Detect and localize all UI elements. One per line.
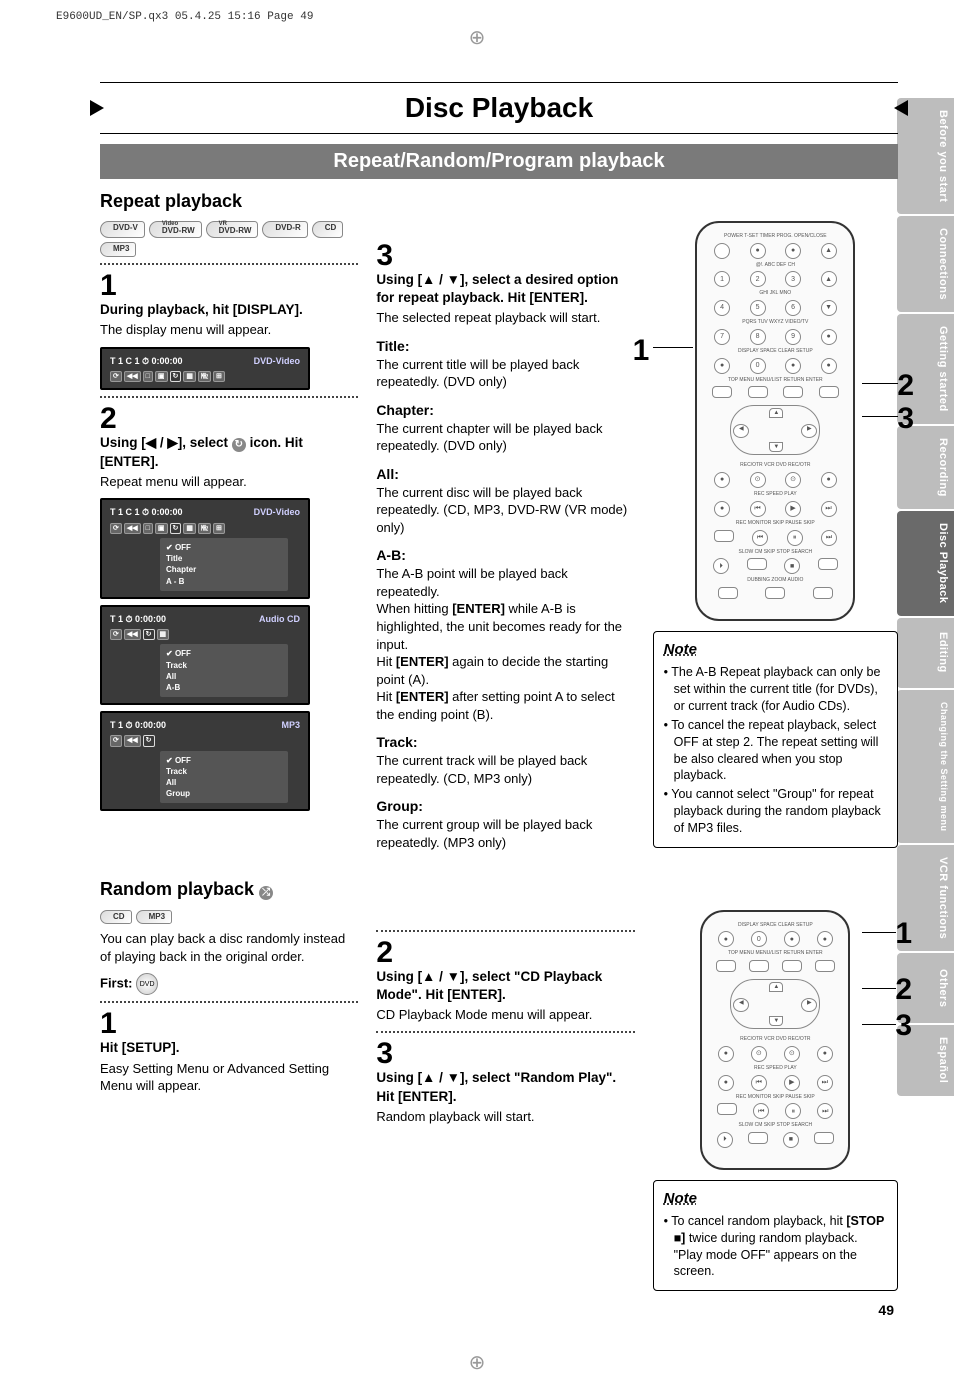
random-step-num-1: 1 — [100, 1009, 358, 1039]
option-body: The current disc will be played back rep… — [376, 484, 634, 537]
step-num-1: 1 — [100, 271, 358, 301]
random-col3: DISPLAY SPACE CLEAR SETUP ●0●● TOP MENU … — [653, 910, 898, 1292]
badge-cd-2: CD — [100, 910, 132, 925]
step-num-3: 3 — [376, 241, 634, 271]
disc-badges-repeat: DVD-V VideoDVD-RW VRDVD-RW DVD-R CD MP3 — [100, 221, 358, 257]
first-label: First: — [100, 976, 133, 991]
random-step-num-2: 2 — [376, 938, 634, 968]
page-title: Disc Playback — [100, 82, 898, 134]
osd-dvd-video: T 1 C 1 ⏱ 0:00:00DVD-Video ⟳◀◀□▣↻▦㎒⊞ OFF… — [100, 498, 310, 598]
crop-mark-bottom: ⊕ — [0, 1350, 954, 1377]
repeat-col3: POWER T-SET TIMER PROG. OPEN/CLOSE ●●▲ @… — [653, 221, 898, 859]
option-heading: A-B: — [376, 546, 634, 565]
rand-callout-1: 1 — [895, 914, 912, 955]
option-heading: All: — [376, 465, 634, 484]
stop-disc-icon: DVD — [136, 973, 158, 995]
random-step3-head: Using [▲ / ▼], select "Random Play". Hit… — [376, 1069, 634, 1105]
repeat-col1: DVD-V VideoDVD-RW VRDVD-RW DVD-R CD MP3 … — [100, 221, 358, 859]
badge-dvd-v: DVD-V — [100, 221, 145, 238]
option-heading: Chapter: — [376, 401, 634, 420]
badge-dvd-r: DVD-R — [262, 221, 307, 238]
option-heading: Track: — [376, 733, 634, 752]
badge-dvd-rw-video: VideoDVD-RW — [149, 221, 202, 238]
note-item: To cancel random playback, hit [STOP ■] … — [664, 1213, 887, 1281]
repeat-icon: ↻ — [232, 438, 246, 452]
osd-audio-cd: T 1 ⏱ 0:00:00Audio CD ⟳◀◀↻▦ OFFTrackAllA… — [100, 605, 310, 705]
option-body: The current group will be played back re… — [376, 816, 634, 851]
option-body: The current chapter will be played back … — [376, 420, 634, 455]
step2-head: Using [◀ / ▶], select ↻ icon. Hit [ENTER… — [100, 434, 358, 470]
note-random: Note To cancel random playback, hit [STO… — [653, 1180, 898, 1292]
option-body: The current title will be played back re… — [376, 356, 634, 391]
osd-step1: T 1 C 1 ⏱ 0:00:00DVD-Video ⟳◀◀□▣↻▦㎒⊞ — [100, 347, 310, 391]
option-heading: Title: — [376, 337, 634, 356]
step2-body: Repeat menu will appear. — [100, 473, 358, 491]
crop-mark-top: ⊕ — [0, 25, 954, 52]
repeat-col2: 3 Using [▲ / ▼], select a desired option… — [376, 221, 634, 859]
note-title: Note — [664, 640, 887, 660]
note-item: To cancel the repeat playback, select OF… — [664, 717, 887, 785]
rand-callout-2: 2 — [895, 970, 912, 1011]
repeat-heading: Repeat playback — [100, 189, 898, 213]
badge-mp3: MP3 — [100, 242, 136, 257]
step1-head: During playback, hit [DISPLAY]. — [100, 301, 358, 319]
random-step2-head: Using [▲ / ▼], select "CD Playback Mode"… — [376, 968, 634, 1004]
note-item: You cannot select "Group" for repeat pla… — [664, 786, 887, 837]
random-step2-body: CD Playback Mode menu will appear. — [376, 1006, 634, 1024]
step3-head: Using [▲ / ▼], select a desired option f… — [376, 271, 634, 307]
note-repeat: Note The A-B Repeat playback can only be… — [653, 631, 898, 848]
random-icon: ⤮ — [259, 886, 273, 900]
note-item: The A-B Repeat playback can only be set … — [664, 664, 887, 715]
badge-mp3-2: MP3 — [136, 910, 172, 925]
rand-callout-3: 3 — [895, 1006, 912, 1047]
random-step-num-3: 3 — [376, 1039, 634, 1069]
option-body: The current track will be played back re… — [376, 752, 634, 787]
random-col1: CD MP3 You can play back a disc randomly… — [100, 910, 358, 1292]
random-step1-head: Hit [SETUP]. — [100, 1039, 358, 1057]
remote-diagram-repeat: POWER T-SET TIMER PROG. OPEN/CLOSE ●●▲ @… — [653, 221, 898, 621]
badge-cd: CD — [312, 221, 344, 238]
badge-dvd-rw-vr: VRDVD-RW — [206, 221, 259, 238]
random-heading: Random playback ⤮ — [100, 877, 898, 901]
callout-3: 3 — [897, 399, 914, 440]
step-num-2: 2 — [100, 404, 358, 434]
random-step3-body: Random playback will start. — [376, 1108, 634, 1126]
disc-badges-random: CD MP3 — [100, 910, 358, 925]
option-body: The A-B point will be played back repeat… — [376, 565, 634, 723]
page: Disc Playback Repeat/Random/Program play… — [0, 52, 954, 1340]
remote-partial: DISPLAY SPACE CLEAR SETUP ●0●● TOP MENU … — [700, 910, 850, 1170]
section-subtitle: Repeat/Random/Program playback — [100, 144, 898, 179]
osd-mp3: T 1 ⏱ 0:00:00MP3 ⟳◀◀↻ OFFTrackAllGroup — [100, 711, 310, 811]
note-title-2: Note — [664, 1189, 887, 1209]
remote-diagram-random: DISPLAY SPACE CLEAR SETUP ●0●● TOP MENU … — [653, 910, 898, 1170]
random-intro: You can play back a disc randomly instea… — [100, 930, 358, 965]
step1-body: The display menu will appear. — [100, 321, 358, 339]
remote-full: POWER T-SET TIMER PROG. OPEN/CLOSE ●●▲ @… — [695, 221, 855, 621]
page-number: 49 — [100, 1301, 898, 1320]
random-step1-body: Easy Setting Menu or Advanced Setting Me… — [100, 1060, 358, 1095]
option-heading: Group: — [376, 797, 634, 816]
callout-1: 1 — [633, 331, 650, 372]
random-col2: 2 Using [▲ / ▼], select "CD Playback Mod… — [376, 910, 634, 1292]
step3-body: The selected repeat playback will start. — [376, 309, 634, 327]
